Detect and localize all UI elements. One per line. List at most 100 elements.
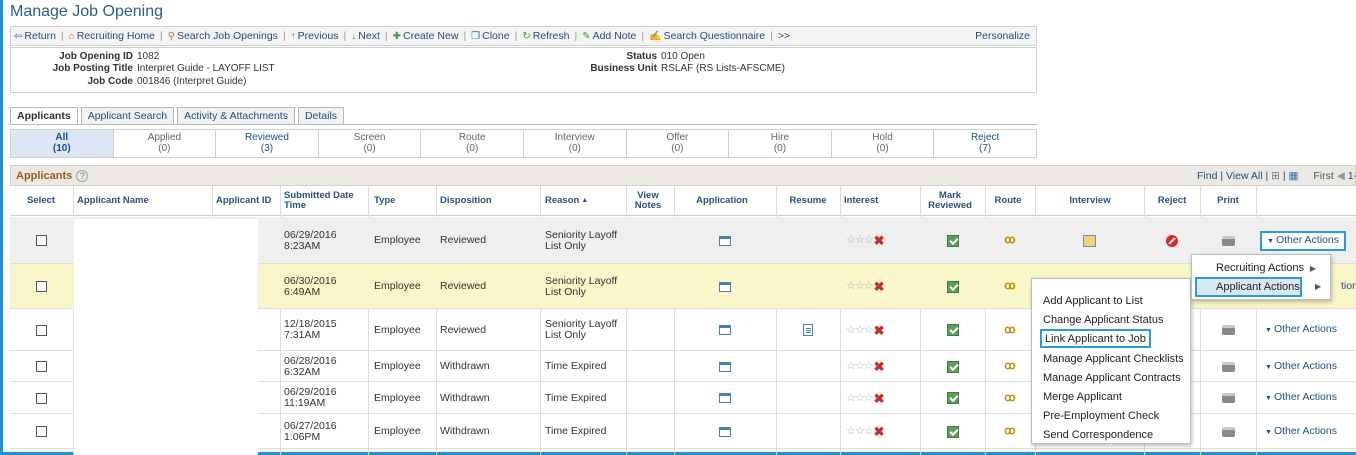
application-icon[interactable]	[719, 361, 731, 372]
create-new-link[interactable]: ✚ Create New	[393, 30, 459, 42]
clear-interest-icon[interactable]: ✖	[874, 234, 885, 247]
other-actions-button[interactable]: ▼ Other Actions	[1265, 425, 1337, 438]
col-disposition[interactable]: Disposition	[440, 186, 530, 216]
print-icon[interactable]	[1221, 361, 1235, 372]
clear-interest-icon[interactable]: ✖	[874, 392, 885, 405]
route-icon[interactable]: ꝏ	[1004, 361, 1015, 372]
search-questionnaire-link[interactable]: ✍ Search Questionnaire	[649, 30, 765, 42]
other-actions-button[interactable]: ▼ Other Actions	[1265, 392, 1337, 404]
col-submitted[interactable]: Submitted Date Time	[284, 186, 364, 216]
mark-reviewed-icon[interactable]	[946, 280, 959, 293]
select-checkbox[interactable]	[35, 361, 47, 372]
route-icon[interactable]: ꝏ	[1004, 281, 1015, 292]
filter-offer[interactable]: Offer (0)	[627, 130, 730, 157]
tab-applicants[interactable]: Applicants	[10, 107, 78, 124]
previous-link[interactable]: ↑ Previous	[291, 30, 339, 42]
route-icon[interactable]: ꝏ	[1004, 392, 1015, 404]
application-icon[interactable]	[719, 235, 731, 246]
clear-interest-icon[interactable]: ✖	[874, 360, 885, 373]
menu-item-link-applicant-to-job[interactable]: Link Applicant to Job	[1040, 329, 1151, 348]
next-link[interactable]: ↓ Next	[351, 30, 380, 42]
print-icon[interactable]	[1221, 235, 1235, 246]
application-icon[interactable]	[719, 393, 731, 403]
print-icon[interactable]	[1221, 325, 1235, 335]
menu-item-add-applicant-to-list[interactable]: Add Applicant to List	[1040, 291, 1146, 310]
filter-all[interactable]: All (10)	[11, 130, 114, 157]
interest-stars-icon[interactable]: ☆☆☆	[846, 235, 874, 246]
more-link[interactable]: >>	[778, 30, 790, 42]
select-checkbox[interactable]	[35, 235, 47, 246]
interest-stars-icon[interactable]: ☆☆☆	[846, 392, 874, 404]
mark-reviewed-icon[interactable]	[946, 324, 959, 336]
return-link[interactable]: ⇦ Return	[14, 30, 56, 42]
clear-interest-icon[interactable]: ✖	[874, 324, 885, 337]
select-checkbox[interactable]	[35, 392, 47, 404]
find-view-all-links[interactable]: Find | View All |	[1197, 170, 1268, 182]
filter-screen[interactable]: Screen (0)	[319, 130, 422, 157]
print-icon[interactable]	[1221, 426, 1235, 437]
other-actions-button[interactable]: ▼ Other Actions	[1260, 230, 1346, 251]
first-page-link[interactable]: First	[1313, 170, 1333, 182]
col-applicant-name[interactable]: Applicant Name	[77, 186, 207, 216]
route-icon[interactable]: ꝏ	[1004, 235, 1015, 246]
menu-item-merge-applicant[interactable]: Merge Applicant	[1040, 387, 1125, 406]
menu-item-change-applicant-status[interactable]: Change Applicant Status	[1040, 310, 1166, 329]
clone-link[interactable]: ❐ Clone	[471, 30, 509, 42]
tab-details[interactable]: Details	[297, 107, 345, 124]
col-interest[interactable]: Interest	[844, 186, 924, 216]
mark-reviewed-icon[interactable]	[946, 234, 959, 247]
add-note-link[interactable]: ✎ Add Note	[582, 30, 636, 42]
print-icon[interactable]	[1221, 393, 1235, 403]
interview-calendar-icon[interactable]	[1083, 234, 1096, 247]
col-type[interactable]: Type	[374, 186, 434, 216]
route-icon[interactable]: ꝏ	[1004, 324, 1015, 336]
mark-reviewed-icon[interactable]	[946, 360, 959, 373]
resume-icon[interactable]	[803, 324, 813, 336]
application-icon[interactable]	[719, 281, 731, 292]
filter-applied[interactable]: Applied (0)	[114, 130, 217, 157]
filter-hire[interactable]: Hire (0)	[729, 130, 832, 157]
select-checkbox[interactable]	[35, 324, 47, 336]
route-icon[interactable]: ꝏ	[1004, 426, 1015, 437]
zoom-icon[interactable]: ⊞	[1271, 170, 1280, 182]
interest-stars-icon[interactable]: ☆☆☆	[846, 324, 874, 336]
refresh-link[interactable]: ↻ Refresh	[522, 30, 569, 42]
filter-reviewed[interactable]: Reviewed (3)	[216, 130, 319, 157]
recruiting-home-link[interactable]: ⌂ Recruiting Home	[69, 30, 155, 42]
reject-icon[interactable]	[1166, 234, 1178, 247]
menu-item-manage-applicant-contracts[interactable]: Manage Applicant Contracts	[1040, 368, 1184, 387]
help-icon[interactable]: ?	[76, 169, 89, 182]
col-applicant-id[interactable]: Applicant ID	[216, 186, 276, 216]
select-checkbox[interactable]	[35, 281, 47, 292]
tab-activity-attachments[interactable]: Activity & Attachments	[177, 107, 295, 124]
search-job-openings-link[interactable]: ⚲ Search Job Openings	[168, 30, 278, 42]
menu-item-send-correspondence[interactable]: Send Correspondence	[1040, 425, 1156, 444]
col-reason[interactable]: Reason ▲	[545, 186, 635, 216]
previous-page-icon[interactable]: ◀	[1337, 170, 1345, 182]
interest-stars-icon[interactable]: ☆☆☆	[846, 361, 874, 372]
other-actions-button[interactable]: ▼ Other Actions	[1265, 360, 1337, 373]
filter-reject[interactable]: Reject (7)	[934, 130, 1036, 157]
other-actions-button[interactable]: ▼ Other Actions	[1265, 324, 1337, 336]
toolbar-separator: |	[770, 30, 773, 42]
download-icon[interactable]: ▦	[1289, 170, 1299, 182]
menu-item-manage-applicant-checklists[interactable]: Manage Applicant Checklists	[1040, 349, 1187, 368]
clear-interest-icon[interactable]: ✖	[874, 280, 885, 293]
application-icon[interactable]	[719, 325, 731, 335]
select-checkbox[interactable]	[35, 426, 47, 437]
other-actions-button[interactable]: tions	[1341, 281, 1356, 292]
mark-reviewed-icon[interactable]	[946, 392, 959, 404]
filter-interview[interactable]: Interview (0)	[524, 130, 627, 157]
menu-item-applicant-actions[interactable]: Applicant Actions	[1195, 277, 1302, 297]
tab-applicant-search[interactable]: Applicant Search	[80, 107, 175, 124]
clear-interest-icon[interactable]: ✖	[874, 425, 885, 438]
interest-stars-icon[interactable]: ☆☆☆	[846, 281, 874, 292]
menu-item-recruiting-actions[interactable]: Recruiting Actions ▶	[1192, 258, 1330, 278]
filter-hold[interactable]: Hold (0)	[832, 130, 935, 157]
menu-item-pre-employment-check[interactable]: Pre-Employment Check	[1040, 406, 1162, 425]
mark-reviewed-icon[interactable]	[946, 425, 959, 438]
application-icon[interactable]	[719, 426, 731, 437]
interest-stars-icon[interactable]: ☆☆☆	[846, 426, 874, 437]
filter-route[interactable]: Route (0)	[421, 130, 524, 157]
personalize-link[interactable]: Personalize	[975, 30, 1030, 42]
